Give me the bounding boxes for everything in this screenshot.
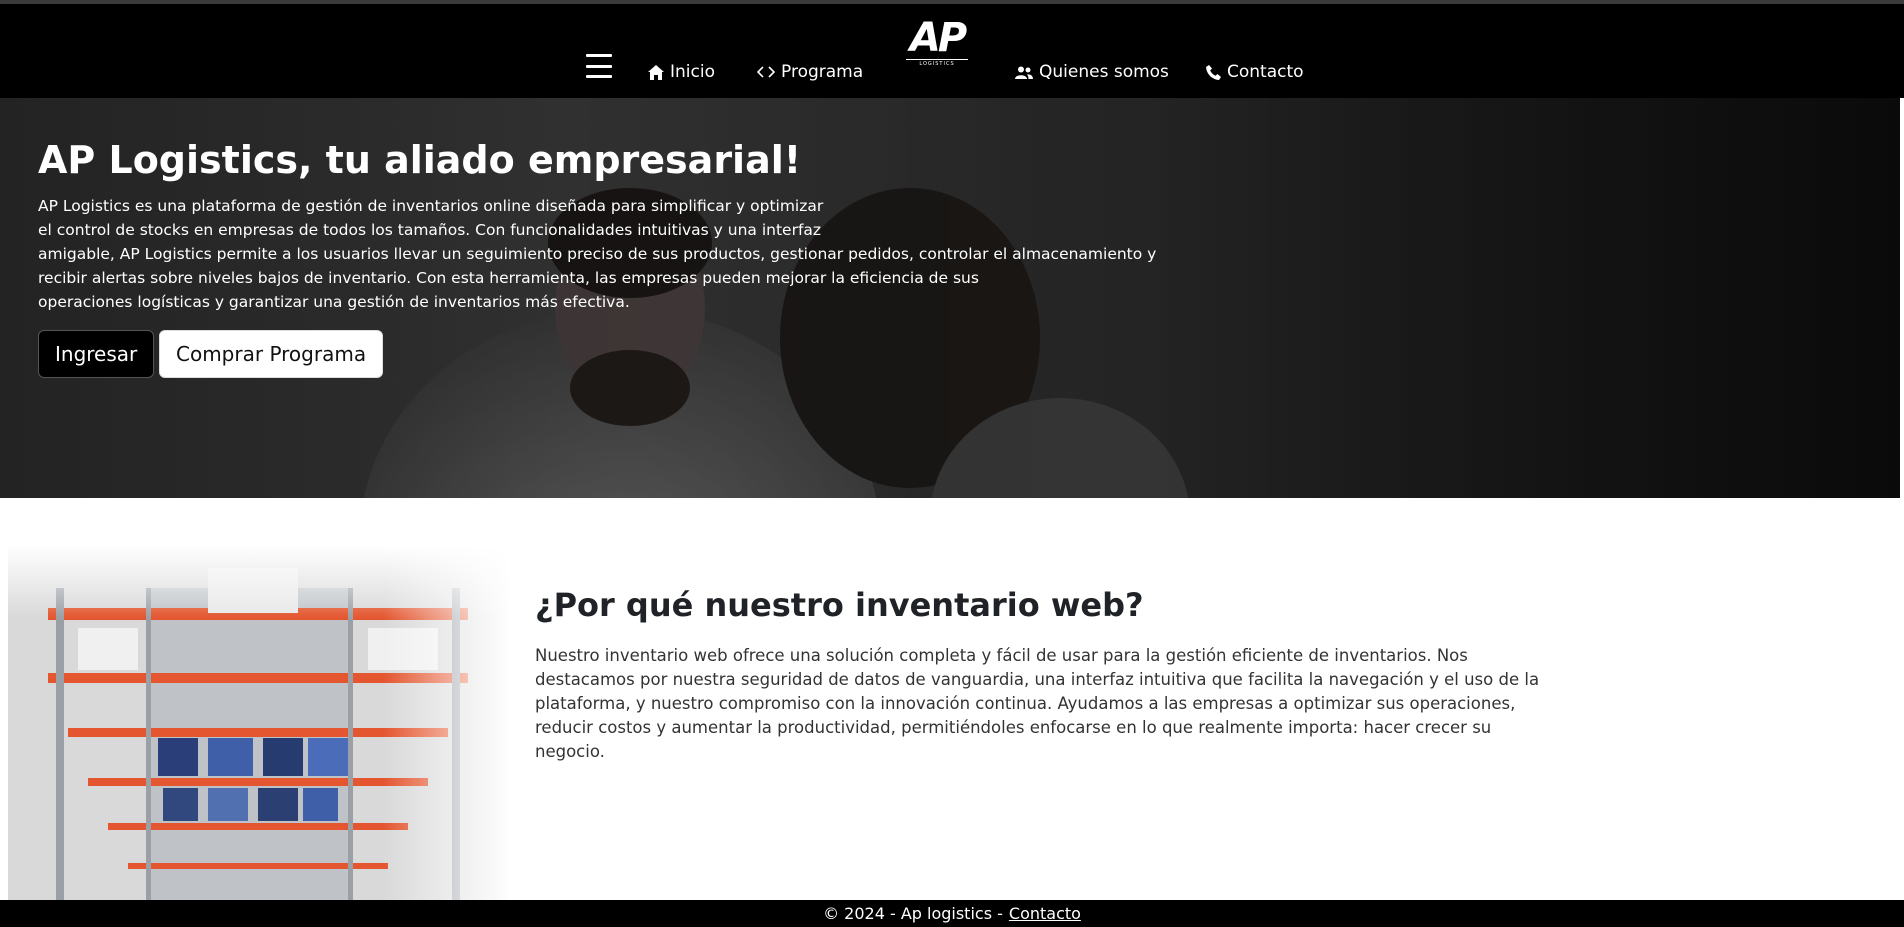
footer: © 2024 - Ap logistics - Contacto [0,900,1904,927]
hamburger-icon[interactable] [586,54,612,78]
nav-item-label: Inicio [670,62,715,82]
users-icon [1015,66,1033,79]
hero-section: AP Logistics, tu aliado empresarial! AP … [0,98,1900,498]
nav-item-label: Programa [781,62,864,82]
code-icon [757,66,775,78]
why-section: ¿Por qué nuestro inventario web? Nuestro… [0,498,1904,900]
home-icon [648,64,664,80]
logo-subtitle: LOGISTICS [919,61,955,67]
hero-description: AP Logistics es una plataforma de gestió… [38,197,1157,311]
ingresar-button[interactable]: Ingresar [38,330,155,378]
logo-mark: AP [909,15,967,61]
logo[interactable]: AP LOGISTICS [902,18,972,70]
navbar: Inicio Programa AP LOGISTICS Quienes som… [0,4,1904,98]
nav-item-label: Quienes somos [1039,62,1169,82]
nav-item-contacto[interactable]: Contacto [1206,62,1304,82]
footer-contact-link[interactable]: Contacto [1009,904,1081,923]
phone-icon [1206,64,1221,80]
nav-item-inicio[interactable]: Inicio [648,62,715,82]
nav-item-label: Contacto [1227,62,1304,82]
nav-item-quienes-somos[interactable]: Quienes somos [1015,62,1169,82]
hero-title: AP Logistics, tu aliado empresarial! [38,138,802,182]
footer-copyright: © 2024 - Ap logistics - [823,904,1003,923]
why-description: Nuestro inventario web ofrece una soluci… [535,646,1540,761]
why-title: ¿Por qué nuestro inventario web? [535,586,1144,624]
nav-item-programa[interactable]: Programa [757,62,863,82]
comprar-programa-button[interactable]: Comprar Programa [159,330,384,378]
warehouse-image [8,548,508,900]
